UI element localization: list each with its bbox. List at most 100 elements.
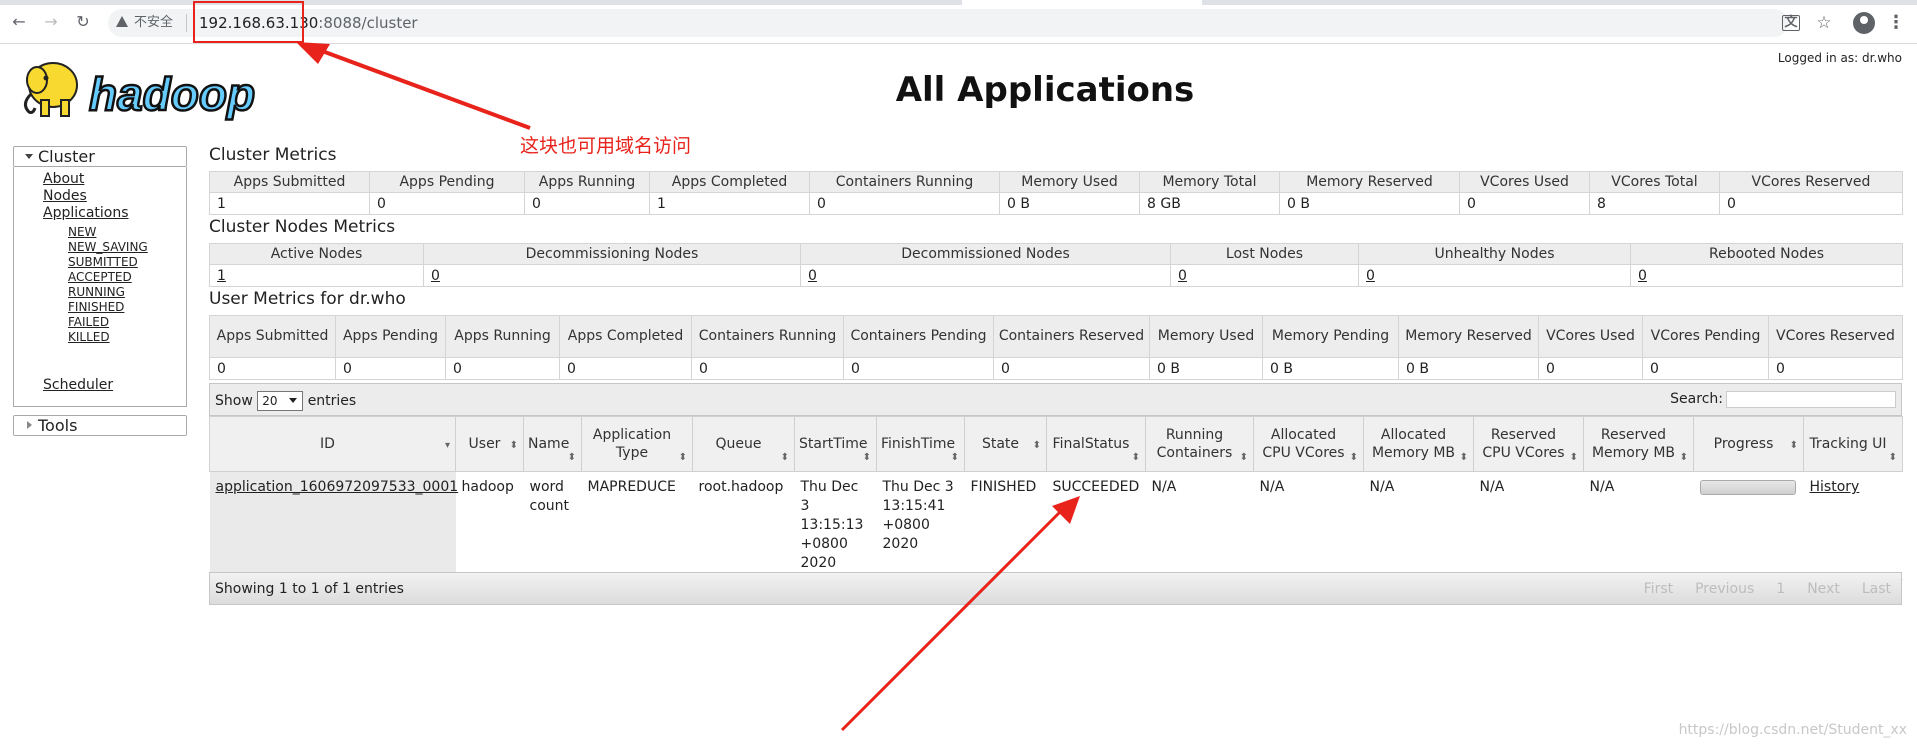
app-id-link[interactable]: application_1606972097533_0001 bbox=[216, 479, 459, 495]
um-header-cell: Memory Used bbox=[1149, 315, 1263, 358]
profile-avatar[interactable] bbox=[1853, 12, 1875, 34]
column-header[interactable]: Reserved CPU VCores ⬍ bbox=[1473, 416, 1584, 472]
sort-icon: ⬍ bbox=[509, 440, 518, 451]
nm-value-link[interactable]: 0 bbox=[431, 268, 440, 284]
pager-previous[interactable]: Previous bbox=[1695, 581, 1754, 597]
nav-about-link[interactable]: About bbox=[43, 171, 84, 187]
column-header[interactable]: Application Type ⬍ bbox=[581, 416, 693, 472]
column-header[interactable]: ID ▾ bbox=[209, 416, 456, 472]
column-header[interactable]: Tracking UI ⬍ bbox=[1803, 416, 1903, 472]
column-header[interactable]: StartTime ⬍ bbox=[794, 416, 877, 472]
um-header-cell: VCores Used bbox=[1538, 315, 1643, 358]
um-value-cell: 0 bbox=[691, 357, 844, 380]
nav-state-accepted[interactable]: ACCEPTED bbox=[68, 270, 132, 284]
security-indicator[interactable]: 不安全 bbox=[116, 14, 173, 32]
pager-last[interactable]: Last bbox=[1862, 581, 1891, 597]
back-arrow-icon[interactable]: ← bbox=[10, 13, 28, 31]
column-header[interactable]: User ⬍ bbox=[455, 416, 524, 472]
column-header[interactable]: FinishTime ⬍ bbox=[876, 416, 965, 472]
sort-icon: ⬍ bbox=[1459, 452, 1468, 463]
app-name: word count bbox=[523, 471, 582, 580]
column-header-label: Queue bbox=[715, 436, 762, 452]
nm-value-link[interactable]: 1 bbox=[217, 268, 226, 284]
column-header[interactable]: Reserved Memory MB ⬍ bbox=[1583, 416, 1694, 472]
cm-header-cell: VCores Total bbox=[1589, 171, 1720, 193]
nm-value-cell: 0 bbox=[423, 264, 801, 287]
nav-state-finished[interactable]: FINISHED bbox=[68, 300, 124, 314]
nav-state-killed[interactable]: KILLED bbox=[68, 330, 110, 344]
app-res-mem: N/A bbox=[1583, 471, 1694, 580]
nm-value-link[interactable]: 0 bbox=[1638, 268, 1647, 284]
column-header-label: ID bbox=[320, 436, 335, 452]
column-header[interactable]: FinalStatus ⬍ bbox=[1046, 416, 1146, 472]
um-header-cell: Apps Completed bbox=[559, 315, 692, 358]
nav-state-new-saving[interactable]: NEW_SAVING bbox=[68, 240, 148, 254]
app-alloc-mem: N/A bbox=[1363, 471, 1474, 580]
um-header-cell: Memory Reserved bbox=[1398, 315, 1539, 358]
cm-header-cell: VCores Used bbox=[1459, 171, 1590, 193]
pager-first[interactable]: First bbox=[1644, 581, 1673, 597]
history-link[interactable]: History bbox=[1810, 479, 1860, 495]
cm-value-cell: 0 bbox=[809, 192, 1000, 215]
column-header[interactable]: Progress ⬍ bbox=[1693, 416, 1804, 472]
column-header[interactable]: Queue ⬍ bbox=[692, 416, 795, 472]
column-header[interactable]: Name ⬍ bbox=[523, 416, 582, 472]
cluster-section-body: About Nodes Applications NEW NEW_SAVING … bbox=[13, 167, 187, 407]
logged-in-label: Logged in as: dr.who bbox=[1777, 51, 1902, 65]
nav-state-new[interactable]: NEW bbox=[68, 225, 96, 239]
nav-state-running[interactable]: RUNNING bbox=[68, 285, 125, 299]
nav-state-failed[interactable]: FAILED bbox=[68, 315, 109, 329]
user-metrics-value-row: 00000000 B0 B0 B000 bbox=[209, 357, 1903, 380]
cluster-section-header[interactable]: Cluster bbox=[13, 146, 187, 167]
sort-icon: ▾ bbox=[444, 440, 450, 451]
column-header[interactable]: Running Containers ⬍ bbox=[1145, 416, 1254, 472]
translate-icon[interactable]: 文 bbox=[1782, 15, 1800, 31]
sort-icon: ⬍ bbox=[1569, 452, 1578, 463]
star-icon[interactable]: ☆ bbox=[1815, 14, 1833, 32]
cm-header-cell: Memory Total bbox=[1139, 171, 1280, 193]
cm-header-cell: Memory Used bbox=[999, 171, 1140, 193]
node-metrics-value-row: 1 0 0 0 0 0 bbox=[209, 264, 1903, 287]
pager-next[interactable]: Next bbox=[1807, 581, 1840, 597]
nav-scheduler-link[interactable]: Scheduler bbox=[43, 377, 113, 393]
um-value-cell: 0 bbox=[209, 357, 336, 380]
annotation-arrow-status bbox=[840, 496, 1080, 732]
nm-value-link[interactable]: 0 bbox=[1366, 268, 1375, 284]
cm-value-cell: 0 B bbox=[1279, 192, 1460, 215]
sort-icon: ⬍ bbox=[1679, 452, 1688, 463]
nm-value-link[interactable]: 0 bbox=[1178, 268, 1187, 284]
security-label: 不安全 bbox=[134, 15, 174, 30]
cm-value-cell: 0 bbox=[1459, 192, 1590, 215]
url-separator bbox=[186, 14, 187, 32]
menu-dots-icon[interactable]: ⋮ bbox=[1887, 14, 1905, 32]
column-header[interactable]: State ⬍ bbox=[964, 416, 1047, 472]
forward-arrow-icon[interactable]: → bbox=[42, 13, 60, 31]
progress-bar bbox=[1699, 480, 1796, 495]
showing-entries-label: Showing 1 to 1 of 1 entries bbox=[215, 581, 404, 597]
cm-value-cell: 8 bbox=[1589, 192, 1720, 215]
collapse-triangle-icon bbox=[27, 421, 32, 429]
user-metrics-table: Apps Submitted Apps Pending Apps Running Ap… bbox=[209, 315, 1903, 380]
hadoop-logo[interactable]: hadoop bbox=[15, 50, 315, 128]
pager-page-1[interactable]: 1 bbox=[1776, 581, 1785, 597]
nav-applications-link[interactable]: Applications bbox=[43, 205, 129, 221]
app-running-containers: N/A bbox=[1145, 471, 1254, 580]
um-value-cell: 0 bbox=[1538, 357, 1643, 380]
page-length-select[interactable]: 20 bbox=[257, 391, 304, 411]
nm-value-link[interactable]: 0 bbox=[808, 268, 817, 284]
cm-header-cell: Apps Submitted bbox=[209, 171, 370, 193]
logo-text: hadoop bbox=[89, 68, 255, 120]
nav-nodes-link[interactable]: Nodes bbox=[43, 188, 87, 204]
nav-state-submitted[interactable]: SUBMITTED bbox=[68, 255, 138, 269]
active-tab[interactable] bbox=[962, 0, 1202, 5]
tools-section-header[interactable]: Tools bbox=[13, 415, 187, 436]
cm-value-cell: 1 bbox=[209, 192, 370, 215]
column-header[interactable]: Allocated CPU VCores ⬍ bbox=[1253, 416, 1364, 472]
search-label: Search: bbox=[1670, 391, 1723, 407]
app-id-cell: application_1606972097533_0001 bbox=[209, 471, 459, 580]
sort-icon: ⬍ bbox=[1888, 452, 1897, 463]
column-header[interactable]: Allocated Memory MB ⬍ bbox=[1363, 416, 1474, 472]
search-input[interactable] bbox=[1726, 391, 1896, 408]
reload-icon[interactable]: ↻ bbox=[74, 13, 92, 31]
app-queue: root.hadoop bbox=[692, 471, 795, 580]
